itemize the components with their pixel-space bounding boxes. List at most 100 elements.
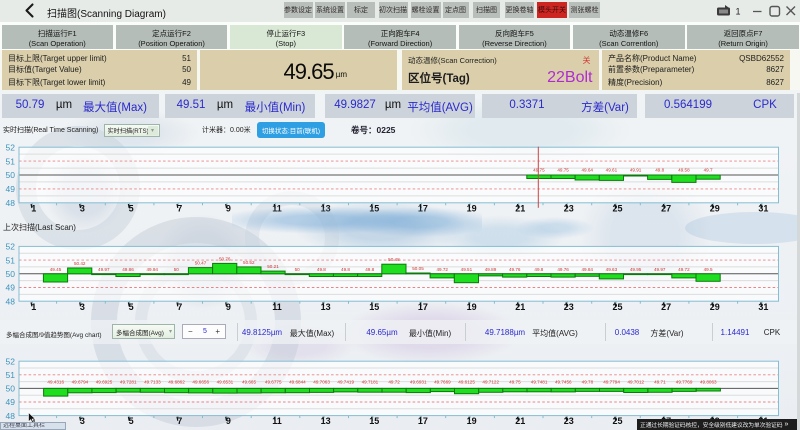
svg-text:21: 21	[515, 416, 525, 426]
svg-text:1: 1	[31, 203, 36, 213]
svg-text:49.72: 49.72	[678, 267, 690, 272]
svg-text:51: 51	[6, 255, 16, 265]
svg-text:49.89: 49.89	[485, 267, 497, 272]
svg-text:49.78: 49.78	[582, 379, 594, 384]
svg-text:50.21: 50.21	[267, 264, 279, 269]
svg-text:29: 29	[710, 203, 720, 213]
svg-text:7: 7	[177, 203, 182, 213]
svg-text:50.42: 50.42	[74, 261, 86, 266]
svg-text:11: 11	[272, 302, 282, 312]
svg-text:49.97: 49.97	[654, 267, 666, 272]
svg-text:7: 7	[177, 416, 182, 426]
svg-text:49.64: 49.64	[581, 167, 593, 172]
svg-text:49.7181: 49.7181	[362, 379, 379, 384]
svg-text:21: 21	[515, 302, 525, 312]
svg-text:49.7122: 49.7122	[482, 379, 499, 384]
svg-text:49.6844: 49.6844	[289, 379, 306, 384]
svg-text:49.7456: 49.7456	[555, 379, 572, 384]
svg-text:49.7012: 49.7012	[627, 379, 644, 384]
svg-text:49.7481: 49.7481	[531, 379, 548, 384]
svg-text:49.7769: 49.7769	[676, 379, 693, 384]
svg-text:49.51: 49.51	[461, 267, 473, 272]
svg-text:50.76: 50.76	[219, 256, 231, 261]
svg-text:49.75: 49.75	[557, 167, 569, 172]
svg-text:49: 49	[6, 184, 16, 194]
svg-text:49.8: 49.8	[534, 267, 543, 272]
svg-text:5: 5	[129, 302, 134, 312]
svg-text:31: 31	[758, 302, 768, 312]
svg-text:5: 5	[129, 203, 134, 213]
svg-text:50: 50	[6, 170, 16, 180]
svg-text:49.5: 49.5	[704, 267, 713, 272]
svg-text:9: 9	[226, 302, 231, 312]
svg-text:49: 49	[6, 283, 16, 293]
svg-text:49.7: 49.7	[704, 167, 713, 172]
svg-text:49.8: 49.8	[317, 267, 326, 272]
svg-text:49.7794: 49.7794	[603, 379, 620, 384]
svg-text:49.97: 49.97	[98, 267, 110, 272]
svg-text:17: 17	[418, 416, 428, 426]
svg-text:50: 50	[6, 269, 16, 279]
svg-text:13: 13	[321, 416, 331, 426]
svg-text:51: 51	[6, 370, 16, 380]
svg-text:29: 29	[710, 302, 720, 312]
svg-text:49.71: 49.71	[654, 379, 666, 384]
svg-text:49.75: 49.75	[509, 379, 521, 384]
svg-text:49.63: 49.63	[606, 267, 618, 272]
svg-text:49.7281: 49.7281	[120, 379, 137, 384]
svg-text:17: 17	[418, 302, 428, 312]
svg-text:49.8: 49.8	[655, 167, 664, 172]
svg-text:50.48: 50.48	[388, 257, 400, 262]
svg-text:23: 23	[564, 302, 574, 312]
svg-text:25: 25	[612, 302, 622, 312]
svg-text:50.47: 50.47	[195, 261, 207, 266]
svg-text:27: 27	[661, 203, 671, 213]
svg-text:49.45: 49.45	[50, 267, 62, 272]
svg-text:49.58: 49.58	[678, 167, 690, 172]
svg-text:3: 3	[80, 302, 85, 312]
svg-text:7: 7	[177, 302, 182, 312]
svg-text:49.665: 49.665	[242, 379, 256, 384]
svg-text:23: 23	[564, 416, 574, 426]
svg-text:49.72: 49.72	[388, 379, 400, 384]
svg-text:49.6794: 49.6794	[72, 379, 89, 384]
svg-text:49.7063: 49.7063	[313, 379, 330, 384]
svg-text:50.52: 50.52	[243, 260, 255, 265]
svg-text:19: 19	[467, 416, 477, 426]
svg-text:25: 25	[612, 416, 622, 426]
svg-text:49.86: 49.86	[122, 267, 134, 272]
svg-text:21: 21	[515, 203, 525, 213]
svg-text:15: 15	[369, 416, 379, 426]
svg-text:49.8: 49.8	[365, 267, 374, 272]
svg-text:49.6925: 49.6925	[96, 379, 113, 384]
svg-text:52: 52	[6, 356, 16, 366]
svg-text:49.6125: 49.6125	[458, 379, 475, 384]
svg-text:49.95: 49.95	[630, 267, 642, 272]
svg-text:49.7419: 49.7419	[337, 379, 354, 384]
svg-text:9: 9	[226, 416, 231, 426]
svg-text:49.91: 49.91	[630, 167, 642, 172]
svg-text:11: 11	[272, 416, 282, 426]
svg-text:49.6862: 49.6862	[168, 379, 185, 384]
svg-text:49.94: 49.94	[146, 267, 158, 272]
svg-text:48: 48	[6, 296, 16, 306]
svg-text:25: 25	[612, 203, 622, 213]
svg-text:1: 1	[31, 302, 36, 312]
svg-text:27: 27	[661, 302, 671, 312]
svg-text:49.72: 49.72	[436, 267, 448, 272]
svg-text:1: 1	[736, 7, 741, 17]
svg-text:51: 51	[6, 156, 16, 166]
svg-text:49.8063: 49.8063	[700, 379, 717, 384]
svg-text:31: 31	[758, 203, 768, 213]
svg-text:19: 19	[467, 302, 477, 312]
svg-text:52: 52	[6, 242, 16, 252]
svg-text:5: 5	[129, 416, 134, 426]
svg-text:48: 48	[6, 411, 16, 421]
svg-text:49.6931: 49.6931	[410, 379, 427, 384]
svg-text:49.76: 49.76	[557, 267, 569, 272]
svg-text:3: 3	[80, 203, 85, 213]
svg-text:49.8: 49.8	[341, 267, 350, 272]
svg-text:3: 3	[80, 416, 85, 426]
svg-text:50: 50	[295, 267, 301, 272]
svg-text:15: 15	[369, 302, 379, 312]
